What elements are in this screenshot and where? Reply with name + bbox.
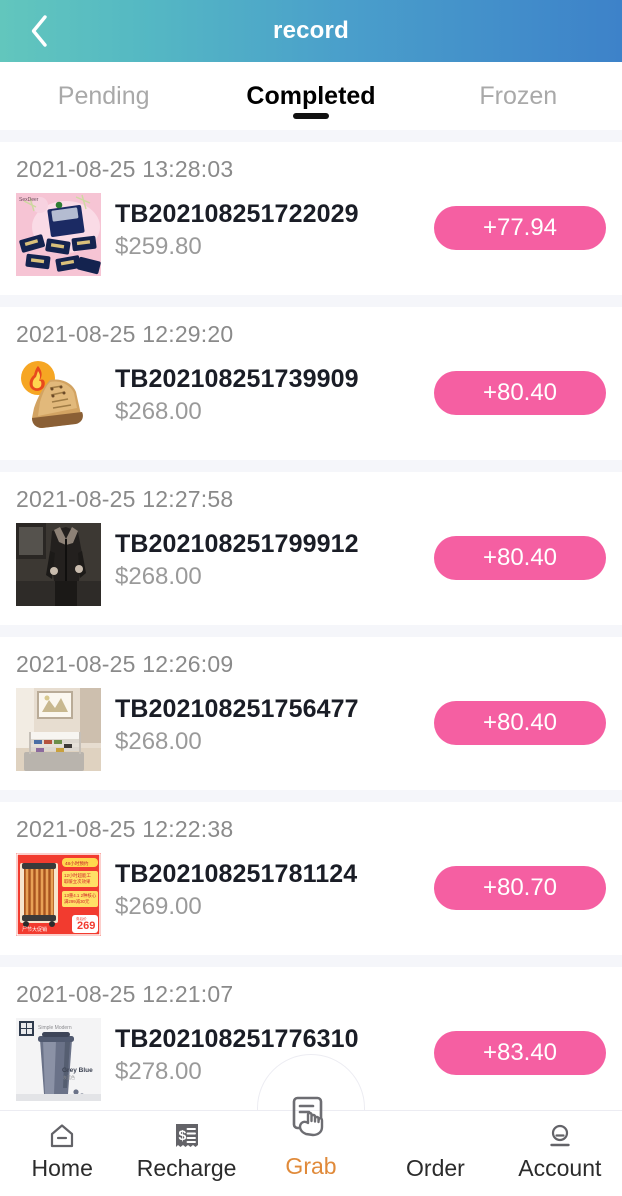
list-separator: [0, 295, 622, 307]
nav-label: Order: [406, 1155, 465, 1181]
commission-badge[interactable]: +80.40: [434, 536, 606, 580]
app-header: record: [0, 0, 622, 62]
svg-text:尸节大促销: 尸节大促销: [22, 926, 47, 933]
svg-text:Simple Modern: Simple Modern: [38, 1025, 72, 1031]
table-row[interactable]: 2021-08-25 12:26:09 TB202108251756477 $2…: [0, 637, 622, 790]
nav-label: Home: [31, 1155, 93, 1181]
product-thumbnail: [16, 688, 101, 771]
svg-text:48小时预约: 48小时预约: [65, 860, 89, 867]
commission-badge[interactable]: +80.40: [434, 701, 606, 745]
svg-text:Grey Blue: Grey Blue: [62, 1067, 93, 1074]
svg-text:$: $: [178, 1127, 186, 1143]
product-thumbnail: 12小时超能工 取暖立次效果 13重4.1 2种核心 满299减30元 48小时…: [16, 853, 101, 936]
product-thumbnail: SexDeer: [16, 193, 101, 276]
commission-badge[interactable]: +77.94: [434, 206, 606, 250]
tab-label: Completed: [246, 81, 376, 110]
order-number: TB202108251776310: [115, 1025, 359, 1053]
nav-label: Account: [518, 1155, 602, 1181]
record-date: 2021-08-25 13:28:03: [16, 156, 234, 182]
table-row[interactable]: 2021-08-25 12:27:58 TB202108251799912 $2…: [0, 472, 622, 625]
hand-tap-document-icon: [288, 1093, 334, 1144]
receipt-dollar-icon: $: [172, 1120, 202, 1152]
svg-text:满299减30元: 满299减30元: [64, 898, 90, 905]
order-number: TB202108251781124: [115, 860, 358, 888]
tab-bar: Pending Completed Frozen: [0, 62, 622, 130]
product-thumbnail: Simple Modern Grey Blue 灰蓝色: [16, 1018, 101, 1101]
nav-item-recharge[interactable]: $ Recharge: [124, 1111, 248, 1196]
list-separator: [0, 955, 622, 967]
product-thumbnail: [16, 523, 101, 606]
svg-text:13重4.1 2种核心: 13重4.1 2种核心: [64, 892, 97, 899]
nav-item-grab-label: Grab: [285, 1153, 337, 1179]
svg-text:12小时超能工: 12小时超能工: [64, 872, 91, 879]
tab-pending[interactable]: Pending: [0, 62, 207, 130]
house-icon: [47, 1120, 77, 1152]
nav-item-grab-icon-wrap[interactable]: [279, 1086, 343, 1150]
active-tab-indicator: [292, 113, 329, 119]
tab-label: Pending: [57, 81, 150, 110]
tab-completed[interactable]: Completed: [207, 62, 414, 130]
tab-label: Frozen: [479, 81, 558, 110]
nav-item-home[interactable]: Home: [0, 1111, 124, 1196]
svg-text:取暖立次效果: 取暖立次效果: [64, 878, 91, 885]
order-price: $268.00: [115, 398, 202, 425]
nav-item-account[interactable]: Account: [498, 1111, 622, 1196]
order-price: $269.00: [115, 893, 202, 920]
table-row[interactable]: 2021-08-25 12:22:38 12小时超能工 取暖立次效果 13重4.…: [0, 802, 622, 955]
commission-badge[interactable]: +83.40: [434, 1031, 606, 1075]
person-icon: [545, 1120, 575, 1152]
svg-text:灰蓝色: 灰蓝色: [63, 1074, 75, 1080]
order-price: $259.80: [115, 233, 202, 260]
order-number: TB202108251739909: [115, 365, 359, 393]
list-separator: [0, 460, 622, 472]
list-separator: [0, 790, 622, 802]
order-number: TB202108251722029: [115, 200, 359, 228]
record-date: 2021-08-25 12:29:20: [16, 321, 234, 347]
svg-text:269: 269: [77, 920, 95, 932]
nav-item-order[interactable]: Order: [373, 1111, 497, 1196]
order-price: $268.00: [115, 728, 202, 755]
record-list: 2021-08-25 13:28:03 SexDeer TB2021082517…: [0, 130, 622, 1132]
commission-badge[interactable]: +80.40: [434, 371, 606, 415]
order-number: TB202108251799912: [115, 530, 359, 558]
back-button[interactable]: [22, 14, 56, 48]
nav-label: Recharge: [136, 1155, 237, 1181]
record-date: 2021-08-25 12:26:09: [16, 651, 234, 677]
order-number: TB202108251756477: [115, 695, 359, 723]
svg-text:SexDeer: SexDeer: [19, 197, 39, 203]
commission-badge[interactable]: +80.70: [434, 866, 606, 910]
record-date: 2021-08-25 12:21:07: [16, 981, 234, 1007]
record-date: 2021-08-25 12:27:58: [16, 486, 234, 512]
table-row[interactable]: 2021-08-25 13:28:03 SexDeer TB2021082517…: [0, 142, 622, 295]
list-separator: [0, 625, 622, 637]
record-date: 2021-08-25 12:22:38: [16, 816, 234, 842]
list-separator: [0, 130, 622, 142]
order-price: $268.00: [115, 563, 202, 590]
table-row[interactable]: 2021-08-25 12:29:20 TB202108251739909 $2…: [0, 307, 622, 460]
product-thumbnail: [16, 358, 101, 441]
chevron-left-icon: [28, 14, 50, 48]
svg-text:券后价: 券后价: [76, 916, 87, 921]
page-title: record: [273, 17, 349, 44]
tab-frozen[interactable]: Frozen: [415, 62, 622, 130]
